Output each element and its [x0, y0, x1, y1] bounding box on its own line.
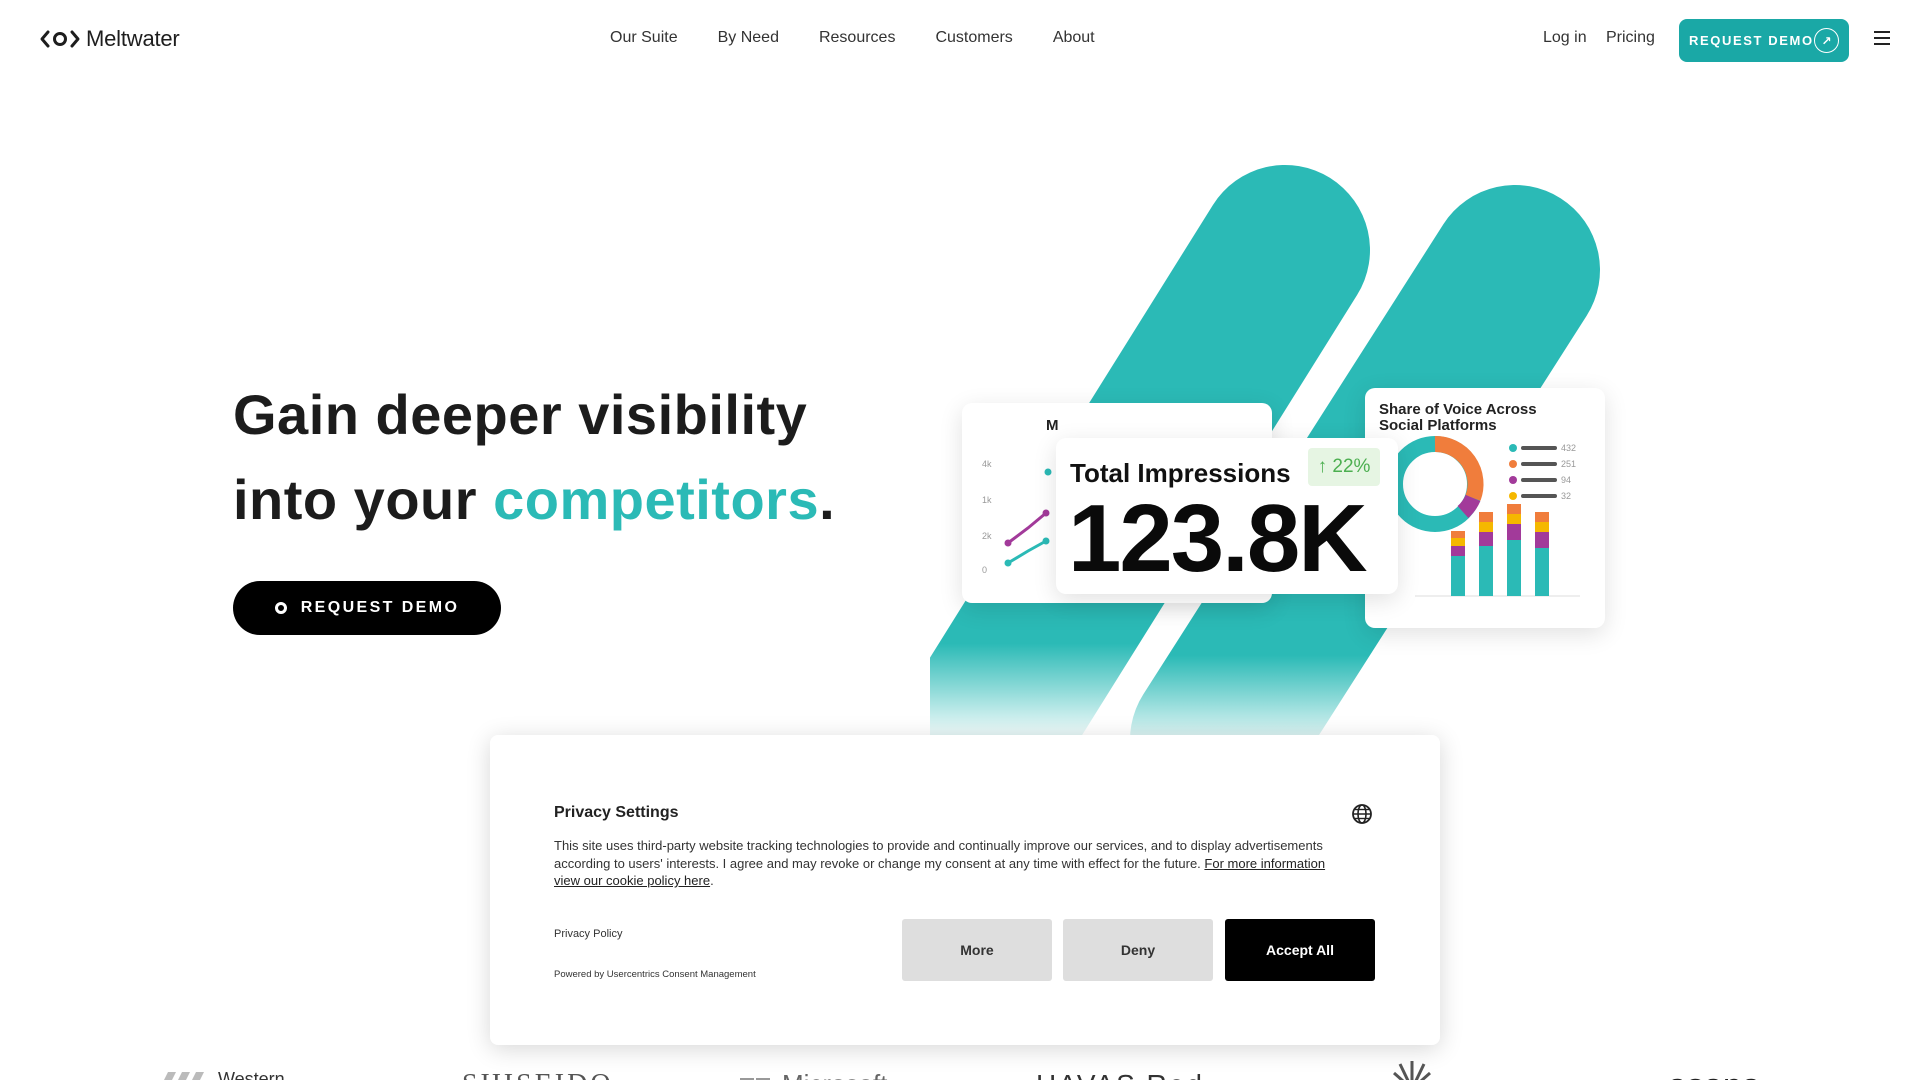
hero-title: Gain deeper visibility into your competi…	[233, 372, 835, 542]
hero-title-line2-prefix: into your	[233, 468, 494, 531]
nav-our-suite[interactable]: Our Suite	[610, 29, 678, 47]
nav-customers[interactable]: Customers	[935, 29, 1012, 47]
login-link[interactable]: Log in	[1543, 29, 1587, 47]
hero-graphic: M 4k 1k 2k 0 Share of Voice Across Socia…	[930, 160, 1630, 780]
svg-text:2k: 2k	[982, 531, 992, 541]
svg-text:4k: 4k	[982, 459, 992, 469]
havas-logo: HAVAS Red	[1036, 1069, 1204, 1080]
hamburger-line	[1874, 31, 1890, 33]
total-impressions-card: Total Impressions ↑ 22% 123.8K	[1056, 438, 1398, 594]
microsoft-logo-text: Microsoft	[782, 1069, 887, 1080]
shiseido-logo: SHISEIDO	[462, 1069, 614, 1080]
ring-icon	[274, 602, 287, 614]
meltwater-logo[interactable]: Meltwater	[40, 26, 180, 52]
mentions-card-title: M	[1046, 417, 1059, 434]
privacy-settings-title: Privacy Settings	[554, 804, 679, 821]
western-logo: Western	[160, 1069, 285, 1080]
nav-by-need[interactable]: By Need	[718, 29, 779, 47]
globe-icon[interactable]	[1351, 803, 1373, 825]
svg-text:1k: 1k	[982, 495, 992, 505]
hero-title-line1: Gain deeper visibility	[233, 383, 808, 446]
privacy-policy-link[interactable]: Privacy Policy	[554, 928, 622, 940]
hero-request-demo-label: REQUEST DEMO	[300, 599, 460, 616]
mini-line-chart: 4k 1k 2k 0	[982, 459, 1052, 575]
hero-request-demo-button[interactable]: REQUEST DEMO	[233, 581, 501, 635]
pricing-link[interactable]: Pricing	[1606, 29, 1655, 47]
hamburger-icon[interactable]	[1874, 31, 1890, 45]
header-request-demo-button[interactable]: REQUEST DEMO ↗	[1679, 19, 1849, 62]
privacy-body-suffix: .	[710, 873, 714, 888]
logo-text: Meltwater	[86, 26, 180, 51]
western-logo-text: Western	[218, 1069, 285, 1080]
microsoft-logo: Microsoft	[740, 1069, 887, 1080]
legend-value: 32	[1561, 491, 1571, 501]
nav-resources[interactable]: Resources	[819, 29, 895, 47]
impressions-change-badge: ↑ 22%	[1308, 448, 1380, 486]
svg-text:0: 0	[982, 565, 987, 575]
legend-value: 251	[1561, 459, 1576, 469]
asana-logo-text: asana	[1668, 1067, 1761, 1080]
powered-by-text: Powered by Usercentrics Consent Manageme…	[554, 969, 756, 980]
header-request-demo-label: REQUEST DEMO	[1689, 33, 1814, 48]
legend-value: 94	[1561, 475, 1571, 485]
total-impressions-value: 123.8K	[1068, 485, 1368, 592]
hero-title-accent: competitors	[493, 468, 820, 531]
deny-button[interactable]: Deny	[1063, 919, 1213, 981]
privacy-settings-text: This site uses third-party website track…	[554, 837, 1354, 890]
sunburst-logo-icon	[1393, 1061, 1431, 1080]
western-mark-icon	[163, 1071, 204, 1080]
privacy-settings-dialog: Privacy Settings This site uses third-pa…	[490, 735, 1440, 1045]
hamburger-line	[1874, 37, 1890, 39]
site-header: Meltwater Our Suite By Need Resources Cu…	[0, 0, 1920, 78]
nav-about[interactable]: About	[1053, 29, 1095, 47]
arrow-up-right-icon: ↗	[1814, 28, 1839, 53]
asana-logo: asana	[1640, 1067, 1761, 1080]
more-button[interactable]: More	[902, 919, 1052, 981]
hero-title-suffix: .	[819, 468, 836, 531]
accept-all-button[interactable]: Accept All	[1225, 919, 1375, 981]
customer-logos: Western SHISEIDO Microsoft HAVAS Red asa…	[0, 1055, 1920, 1080]
legend-value: 432	[1561, 443, 1576, 453]
share-of-voice-card: Share of Voice Across Social Platforms 4…	[1365, 388, 1605, 628]
main-nav: Our Suite By Need Resources Customers Ab…	[610, 29, 1095, 47]
share-of-voice-chart: 432 251 94 32	[1387, 435, 1580, 597]
hamburger-line	[1874, 43, 1890, 45]
meltwater-logo-icon	[40, 30, 80, 48]
